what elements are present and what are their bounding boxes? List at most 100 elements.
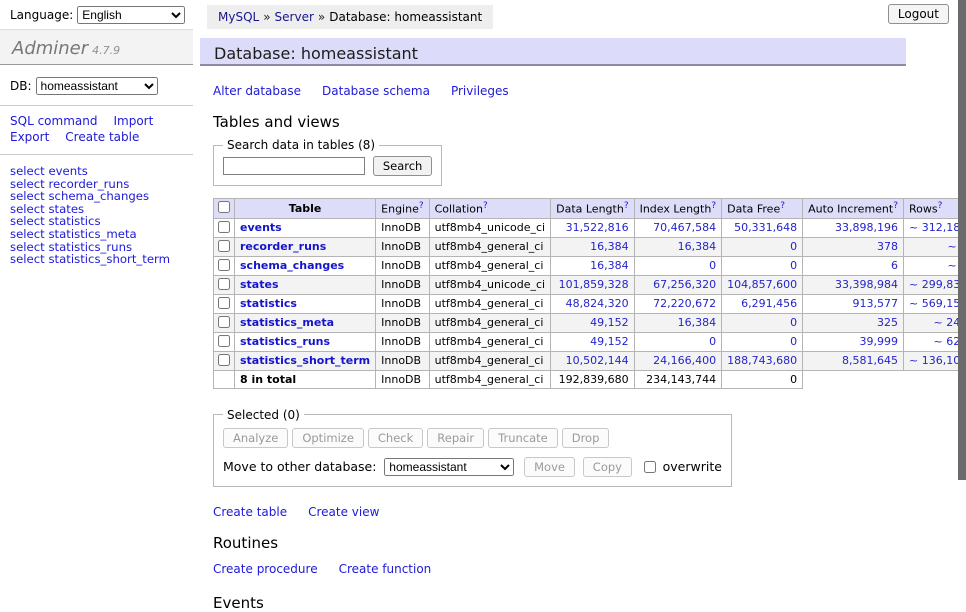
- table-name-link[interactable]: statistics: [240, 297, 297, 310]
- link-create-table[interactable]: Create table: [213, 505, 287, 519]
- row-checkbox[interactable]: [218, 354, 230, 366]
- column-header-table: Table: [235, 199, 376, 219]
- optimize-button[interactable]: Optimize: [292, 428, 364, 448]
- sidebar: Language:English Adminer4.7.9 DB:homeass…: [0, 0, 193, 543]
- cell-collation: utf8mb4_general_ci: [429, 256, 550, 275]
- cell-select: [214, 275, 235, 294]
- column-help-link[interactable]: ?: [893, 201, 898, 211]
- column-header-collation: Collation?: [429, 199, 550, 219]
- table-name-link[interactable]: events: [240, 221, 282, 234]
- cell-engine: InnoDB: [376, 218, 429, 237]
- drop-button[interactable]: Drop: [562, 428, 610, 448]
- check-button[interactable]: Check: [368, 428, 423, 448]
- breadcrumb-link-mysql[interactable]: MySQL: [218, 10, 259, 24]
- breadcrumb-current: Database: homeassistant: [329, 10, 482, 24]
- database-links: Alter database Database schema Privileges: [213, 84, 906, 98]
- analyze-button[interactable]: Analyze: [223, 428, 288, 448]
- row-checkbox[interactable]: [218, 221, 230, 233]
- events-heading: Events: [213, 594, 906, 612]
- link-create-procedure[interactable]: Create procedure: [213, 562, 318, 576]
- sidebar-action-line: Export Create table: [10, 129, 185, 145]
- sidebar-action-line: SQL command Import: [10, 113, 185, 129]
- sidebar-select-statistics-short-term[interactable]: select statistics_short_term: [10, 253, 185, 266]
- column-help-link[interactable]: ?: [624, 201, 629, 211]
- db-select[interactable]: homeassistant: [36, 77, 158, 95]
- search-legend: Search data in tables (8): [223, 138, 379, 152]
- cell-auto_increment: 325: [803, 313, 904, 332]
- table-name-link[interactable]: statistics_meta: [240, 316, 334, 329]
- link-alter-database[interactable]: Alter database: [213, 84, 301, 98]
- search-button[interactable]: Search: [373, 156, 433, 176]
- cell-data_length: 31,522,816: [551, 218, 634, 237]
- sidebar-select-statistics-meta[interactable]: select statistics_meta: [10, 228, 185, 241]
- select-all-checkbox[interactable]: [218, 201, 230, 213]
- total-cell: 192,839,680: [551, 370, 634, 388]
- row-checkbox[interactable]: [218, 240, 230, 252]
- link-database-schema[interactable]: Database schema: [322, 84, 430, 98]
- cell-engine: InnoDB: [376, 351, 429, 370]
- move-button[interactable]: Move: [524, 457, 575, 477]
- row-checkbox[interactable]: [218, 297, 230, 309]
- sidebar-link-import[interactable]: Import: [113, 114, 153, 128]
- cell-collation: utf8mb4_unicode_ci: [429, 275, 550, 294]
- cell-rows: ~ 244: [904, 313, 966, 332]
- link-create-view[interactable]: Create view: [308, 505, 379, 519]
- search-input[interactable]: [223, 157, 365, 175]
- tables-and-views-heading: Tables and views: [213, 113, 906, 131]
- column-help-link[interactable]: ?: [419, 201, 424, 211]
- link-create-function[interactable]: Create function: [339, 562, 432, 576]
- overwrite-checkbox[interactable]: [644, 461, 656, 473]
- table-name-link[interactable]: states: [240, 278, 279, 291]
- cell-table: states: [235, 275, 376, 294]
- repair-button[interactable]: Repair: [427, 428, 484, 448]
- row-checkbox[interactable]: [218, 316, 230, 328]
- table-name-link[interactable]: schema_changes: [240, 259, 344, 272]
- copy-button[interactable]: Copy: [583, 457, 632, 477]
- cell-data_length: 16,384: [551, 256, 634, 275]
- cell-data_free: 0: [722, 256, 803, 275]
- language-select[interactable]: English: [77, 6, 185, 24]
- breadcrumb-link-server[interactable]: Server: [275, 10, 314, 24]
- selected-actions-row: AnalyzeOptimizeCheckRepairTruncateDrop: [223, 428, 722, 448]
- row-checkbox[interactable]: [218, 335, 230, 347]
- cell-table: statistics_short_term: [235, 351, 376, 370]
- cell-table: recorder_runs: [235, 237, 376, 256]
- sidebar-select-schema-changes[interactable]: select schema_changes: [10, 190, 185, 203]
- scrollbar-thumb[interactable]: [958, 0, 966, 480]
- table-name-link[interactable]: recorder_runs: [240, 240, 326, 253]
- column-header-data_free: Data Free?: [722, 199, 803, 219]
- sidebar-select-events[interactable]: select events: [10, 165, 185, 178]
- column-help-link[interactable]: ?: [711, 201, 716, 211]
- routine-links: Create procedure Create function: [213, 562, 906, 576]
- table-name-link[interactable]: statistics_short_term: [240, 354, 370, 367]
- table-row: schema_changesInnoDButf8mb4_general_ci16…: [214, 256, 966, 275]
- logout-button[interactable]: Logout: [888, 4, 949, 24]
- cell-auto_increment: 39,999: [803, 332, 904, 351]
- cell-rows: ~ 312,180: [904, 218, 966, 237]
- table-total-row: 8 in totalInnoDButf8mb4_general_ci192,83…: [214, 370, 966, 388]
- scrollbar-track[interactable]: [958, 0, 966, 543]
- cell-select: [214, 256, 235, 275]
- sidebar-link-export[interactable]: Export: [10, 130, 49, 144]
- row-checkbox[interactable]: [218, 278, 230, 290]
- move-row: Move to other database: homeassistant Mo…: [223, 457, 722, 477]
- row-checkbox[interactable]: [218, 259, 230, 271]
- column-help-link[interactable]: ?: [780, 201, 785, 211]
- column-header-data_length: Data Length?: [551, 199, 634, 219]
- table-row: statistics_short_termInnoDButf8mb4_gener…: [214, 351, 966, 370]
- table-name-link[interactable]: statistics_runs: [240, 335, 330, 348]
- cell-collation: utf8mb4_unicode_ci: [429, 218, 550, 237]
- cell-data_free: 0: [722, 332, 803, 351]
- column-help-link[interactable]: ?: [938, 201, 943, 211]
- sidebar-actions: SQL command Import Export Create table: [0, 106, 193, 155]
- cell-index_length: 70,467,584: [634, 218, 722, 237]
- cell-data_length: 48,824,320: [551, 294, 634, 313]
- move-db-select[interactable]: homeassistant: [384, 458, 514, 476]
- truncate-button[interactable]: Truncate: [488, 428, 558, 448]
- total-cell: [214, 370, 235, 388]
- sidebar-link-create-table[interactable]: Create table: [65, 130, 139, 144]
- link-privileges[interactable]: Privileges: [451, 84, 509, 98]
- sidebar-link-sql-command[interactable]: SQL command: [10, 114, 97, 128]
- column-help-link[interactable]: ?: [483, 201, 488, 211]
- cell-collation: utf8mb4_general_ci: [429, 332, 550, 351]
